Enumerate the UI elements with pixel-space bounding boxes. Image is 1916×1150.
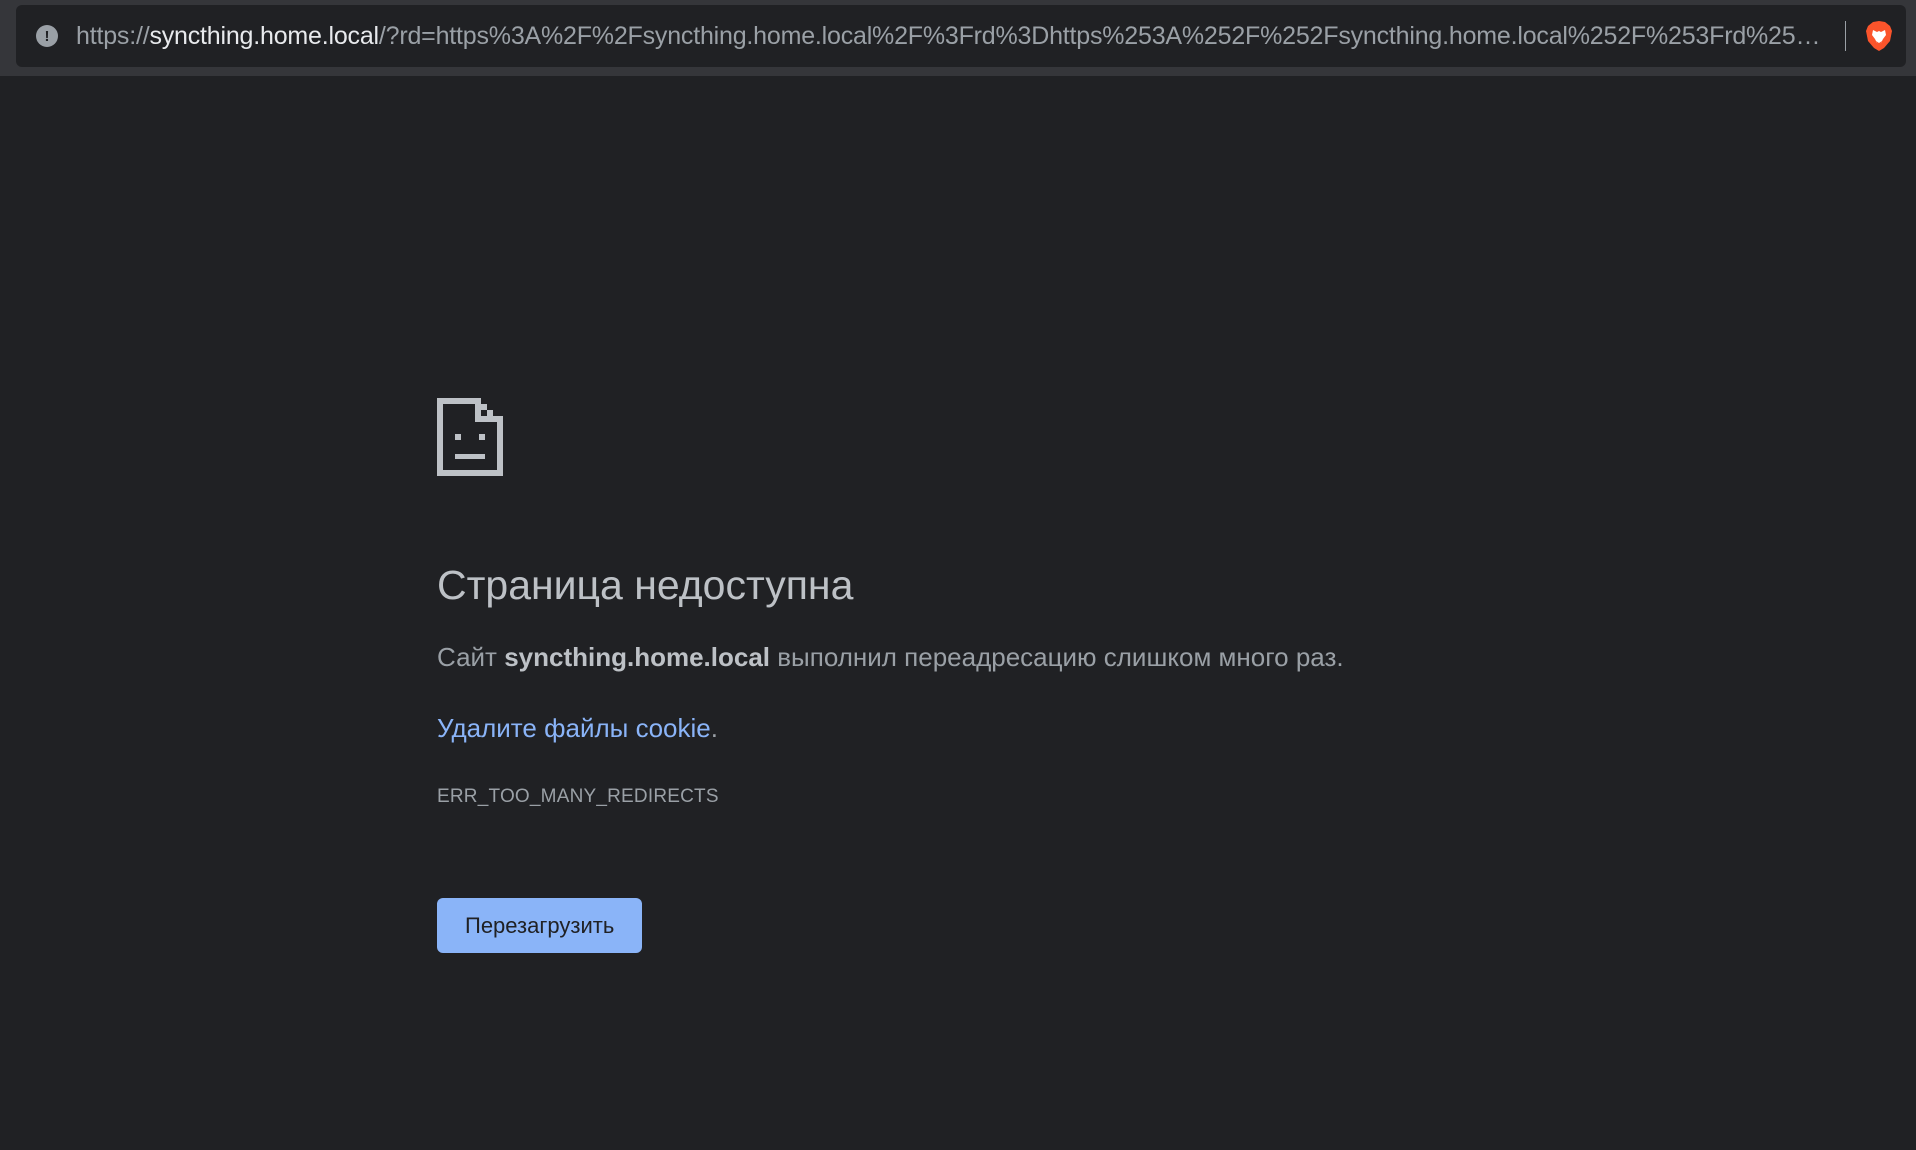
address-bar-divider	[1845, 21, 1846, 51]
desc-host: syncthing.home.local	[504, 642, 771, 673]
url-path: /?rd=https%3A%2F%2Fsyncthing.home.local%…	[378, 21, 1823, 50]
desc-prefix: Сайт	[437, 642, 505, 673]
suggestion: Удалите файлы cookie.	[437, 713, 1537, 744]
browser-toolbar: ! https://syncthing.home.local/?rd=https…	[0, 0, 1916, 76]
address-bar[interactable]: ! https://syncthing.home.local/?rd=https…	[16, 5, 1906, 67]
brave-lion-icon[interactable]	[1864, 19, 1894, 53]
desc-suffix: выполнил переадресацию слишком много раз…	[770, 642, 1344, 673]
info-icon[interactable]: !	[36, 25, 58, 47]
url-text[interactable]: https://syncthing.home.local/?rd=https%3…	[76, 22, 1823, 51]
sad-page-icon	[437, 398, 503, 476]
suggestion-suffix: .	[710, 713, 718, 744]
url-host: syncthing.home.local	[149, 21, 379, 50]
error-title: Страница недоступна	[437, 562, 854, 608]
error-description: Сайт syncthing.home.local выполнил переа…	[437, 642, 1537, 673]
error-content: Страница недоступна Сайт syncthing.home.…	[437, 398, 1537, 954]
url-scheme: https://	[76, 21, 150, 50]
error-code: ERR_TOO_MANY_REDIRECTS	[437, 786, 719, 808]
reload-button[interactable]: Перезагрузить	[437, 898, 643, 954]
clear-cookies-link[interactable]: Удалите файлы cookie	[437, 713, 711, 743]
